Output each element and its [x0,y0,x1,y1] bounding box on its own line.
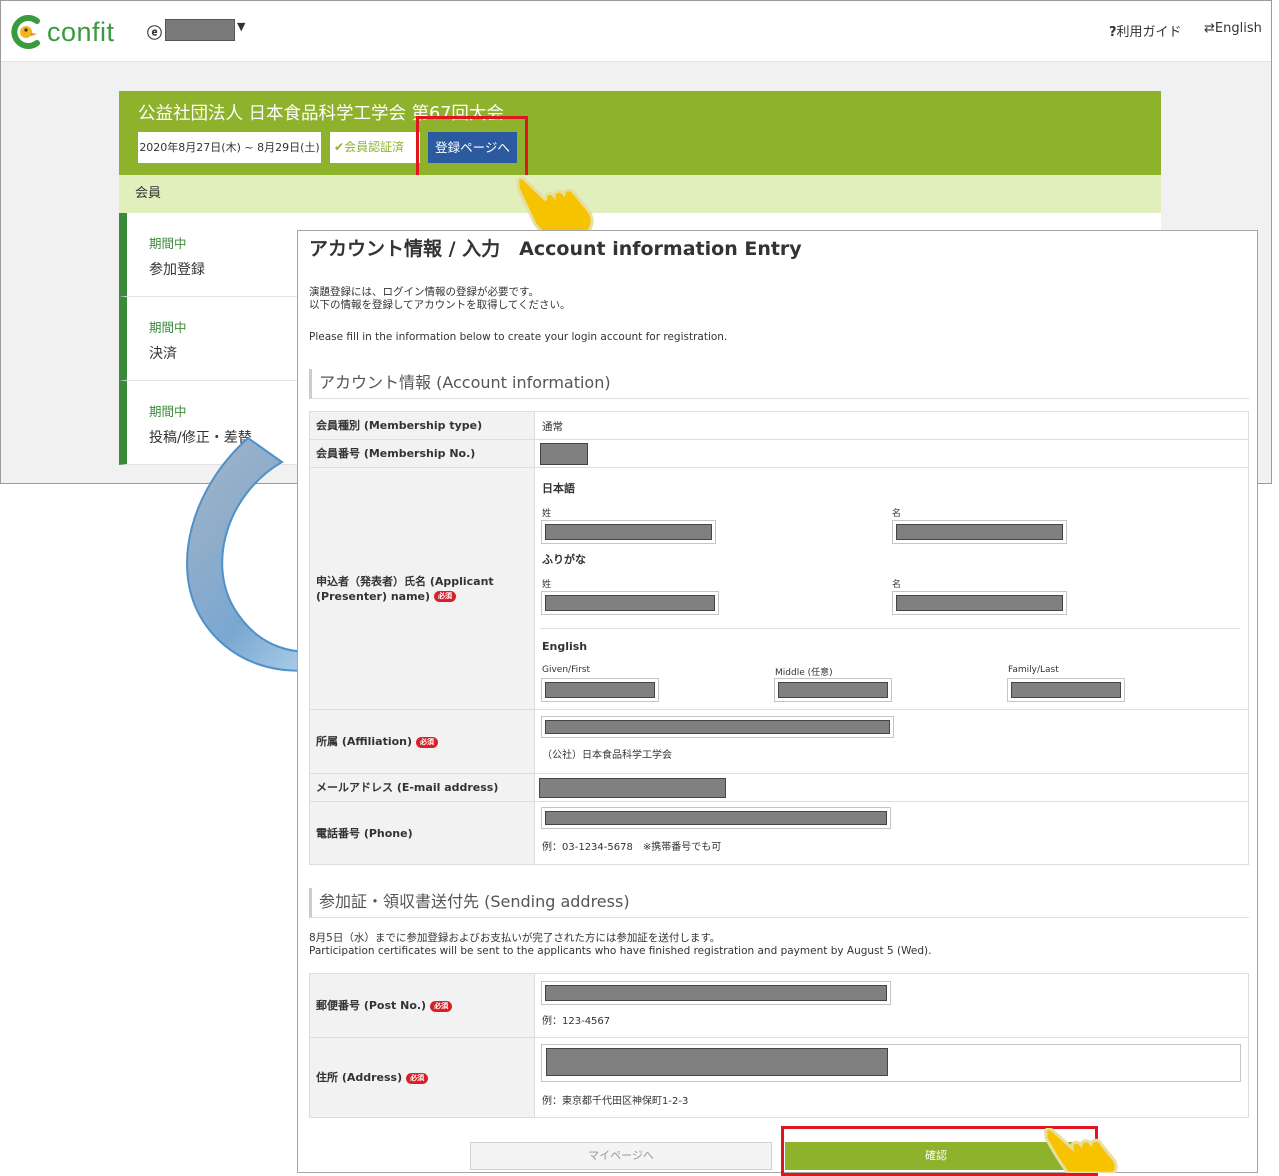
required-badge: 必須 [434,591,457,602]
check-icon: ✔ [334,140,345,154]
row-affiliation: 所属 (Affiliation) 必須 （公社）日本食品科学工学会 [310,710,1248,774]
furigana-label: ふりがな [542,553,586,566]
phase-status: 期間中 [149,404,187,419]
middle-label: Middle (任意) [775,668,833,678]
address-table: 郵便番号 (Post No.) 必須 例：123-4567 住所 (Address… [309,973,1249,1118]
label-email: メールアドレス (E-mail address) [310,774,535,801]
middle-name-input[interactable] [774,678,892,702]
phase-item-registration[interactable]: 期間中 参加登録 [119,213,299,297]
sei-jp-input[interactable] [541,520,716,544]
given-label: Given/First [542,665,591,675]
phase-list: 期間中 参加登録 期間中 決済 期間中 投稿/修正・差替 [119,213,299,465]
language-label: English [1214,21,1262,36]
conference-header: 公益社団法人 日本食品科学工学会 第67回大会 2020年8月27日(木) ~ … [119,91,1161,175]
account-info-table: 会員種別 (Membership type) 通常 会員番号 (Membersh… [309,411,1249,865]
family-name-input[interactable] [1007,678,1125,702]
member-bar-label: 会員 [135,186,162,201]
mei-jp-input[interactable] [892,520,1067,544]
label-affiliation: 所属 (Affiliation) 必須 [310,710,535,773]
label-post-no-text: 郵便番号 (Post No.) [316,999,427,1012]
sending-note-en: Participation certificates will be sent … [309,945,932,957]
english-label: English [542,640,588,653]
confit-logo[interactable]: confit [11,15,115,49]
conference-dates: 2020年8月27日(木) ~ 8月29日(土) [138,132,321,163]
highlight-box [416,116,528,178]
help-label: 利用ガイド [1116,25,1182,40]
address-hint: 例：東京都千代田区神保町1-2-3 [542,1096,689,1107]
required-badge: 必須 [416,736,439,748]
label-affiliation-text: 所属 (Affiliation) [316,735,413,748]
label-membership-no: 会員番号 (Membership No.) [310,440,535,467]
given-name-input[interactable] [541,678,659,702]
divider [540,628,1240,629]
required-badge: 必須 [430,1000,453,1012]
member-status-label: 会員認証済 [344,140,405,154]
address-textarea[interactable] [541,1044,1241,1082]
family-label: Family/Last [1008,665,1059,675]
phase-name: 決済 [149,346,177,362]
address-redacted [546,1048,888,1076]
phase-status: 期間中 [149,236,187,251]
phase-name: 参加登録 [149,262,205,278]
label-applicant-name-text: 申込者（発表者）氏名 (Applicant (Presenter) name) [316,574,494,603]
swap-icon: ⇄ [1204,21,1215,36]
section-sending-address: 参加証・領収書送付先 (Sending address) [309,888,1249,918]
intro-jp-2: 以下の情報を登録してアカウントを取得してください。 [309,299,571,311]
email-redacted [539,778,726,798]
membership-type-value: 通常 [542,421,563,433]
affiliation-input[interactable] [541,716,894,738]
required-badge: 必須 [406,1072,429,1084]
label-membership-type: 会員種別 (Membership type) [310,412,535,439]
form-title: アカウント情報 / 入力 Account information Entry [309,238,802,260]
sei-label: 姓 [542,509,552,519]
post-no-input[interactable] [541,981,891,1005]
chevron-down-icon[interactable]: ▼ [237,20,245,33]
mei-label: 名 [892,509,902,519]
phone-hint: 例：03-1234-5678 ※携帯番号でも可 [542,842,722,853]
logo-text: confit [47,16,115,47]
post-no-hint: 例：123-4567 [542,1016,611,1027]
row-membership-no: 会員番号 (Membership No.) [310,440,1248,468]
mypage-button[interactable]: マイページへ [470,1142,772,1170]
phone-input[interactable] [541,807,891,829]
language-link[interactable]: ⇄English [1204,21,1262,36]
row-membership-type: 会員種別 (Membership type) 通常 [310,412,1248,440]
row-applicant-name: 申込者（発表者）氏名 (Applicant (Presenter) name) 必… [310,468,1248,710]
sei-kana-label: 姓 [542,580,552,590]
row-post-no: 郵便番号 (Post No.) 必須 例：123-4567 [310,974,1248,1038]
member-status-badge: ✔会員認証済 [330,132,420,163]
phase-item-payment[interactable]: 期間中 決済 [119,297,299,381]
pointing-hand-icon [516,176,594,238]
user-name-redacted[interactable] [165,19,235,41]
label-address: 住所 (Address) 必須 [310,1038,535,1117]
top-bar: confit ⓔ ▼ ?利用ガイド ⇄English [1,1,1271,62]
mei-kana-label: 名 [892,580,902,590]
help-link[interactable]: ?利用ガイド [1109,21,1182,40]
phase-status: 期間中 [149,320,187,335]
row-phone: 電話番号 (Phone) 例：03-1234-5678 ※携帯番号でも可 [310,802,1248,864]
row-email: メールアドレス (E-mail address) [310,774,1248,802]
label-address-text: 住所 (Address) [316,1071,403,1084]
affiliation-hint: （公社）日本食品科学工学会 [542,750,672,761]
japanese-label: 日本語 [542,482,575,495]
question-icon: ? [1109,25,1117,40]
label-post-no: 郵便番号 (Post No.) 必須 [310,974,535,1037]
membership-no-redacted [540,443,588,465]
user-icon[interactable]: ⓔ [147,22,162,43]
section-account-info: アカウント情報 (Account information) [309,369,1249,399]
sei-kana-input[interactable] [541,591,719,615]
confit-logo-icon [11,15,40,49]
label-applicant-name: 申込者（発表者）氏名 (Applicant (Presenter) name) 必… [310,468,535,709]
row-address: 住所 (Address) 必須 例：東京都千代田区神保町1-2-3 [310,1038,1248,1117]
mei-kana-input[interactable] [892,591,1067,615]
label-phone: 電話番号 (Phone) [310,802,535,864]
intro-en: Please fill in the information below to … [309,331,728,343]
account-entry-panel: アカウント情報 / 入力 Account information Entry 演… [297,230,1258,1173]
member-bar: 会員 [119,175,1161,213]
sending-note-jp: 8月5日（水）までに参加登録およびお支払いが完了された方には参加証を送付します。 [309,932,721,944]
intro-jp-1: 演題登録には、ログイン情報の登録が必要です。 [309,286,539,298]
pointing-hand-icon [1044,1128,1118,1173]
